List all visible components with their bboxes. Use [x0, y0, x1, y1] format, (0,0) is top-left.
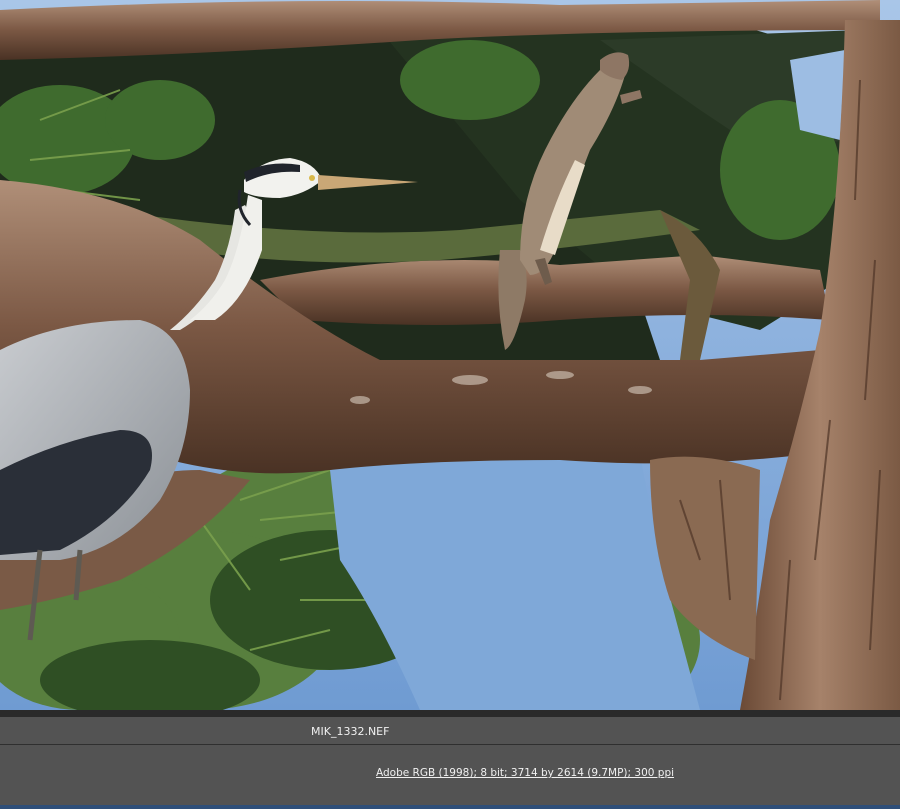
bottom-accent-line	[0, 805, 900, 809]
document-info-bar: Adobe RGB (1998); 8 bit; 3714 by 2614 (9…	[0, 745, 900, 805]
file-name: MIK_1332.NEF	[311, 725, 390, 738]
photo-dialog: MIK_1332.NEF Adobe RGB (1998); 8 bit; 37…	[0, 0, 900, 809]
workflow-options-link[interactable]: Adobe RGB (1998); 8 bit; 3714 by 2614 (9…	[376, 767, 674, 779]
photo-heron-squirrel	[0, 0, 900, 710]
panel-separator	[0, 710, 900, 717]
filename-bar: MIK_1332.NEF	[0, 717, 900, 745]
image-preview	[0, 0, 900, 710]
